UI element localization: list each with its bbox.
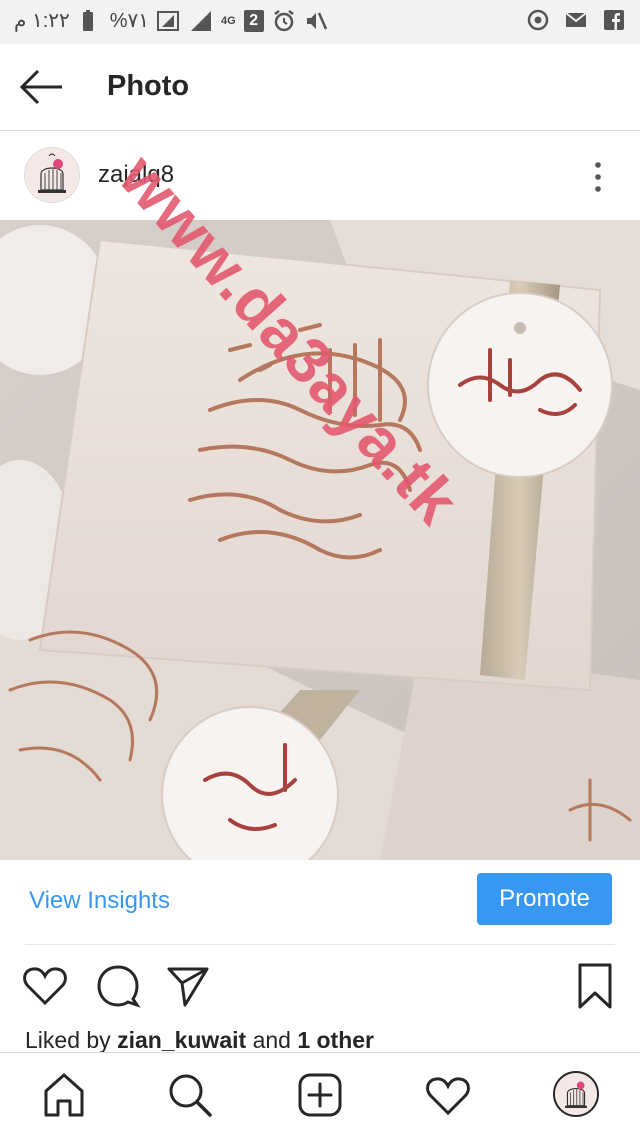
birdcage-profile-icon xyxy=(555,1073,597,1115)
sync-icon xyxy=(527,9,549,31)
back-arrow-icon[interactable] xyxy=(18,67,66,107)
insights-row: View Insights Promote xyxy=(0,860,640,944)
signal-strength-icon xyxy=(191,10,212,31)
post-photo[interactable] xyxy=(0,220,640,860)
likes-others[interactable]: 1 other xyxy=(297,1027,374,1053)
send-icon[interactable] xyxy=(165,963,211,1009)
post-actions xyxy=(0,945,640,1025)
status-bar: ١:٢٢ م %٧١ 4G 2 xyxy=(0,0,640,44)
likes-text[interactable]: Liked by zian_kuwait and 1 other xyxy=(25,1027,374,1054)
mail-icon xyxy=(565,12,587,27)
bookmark-icon[interactable] xyxy=(572,963,618,1009)
likes-middle: and xyxy=(252,1027,291,1053)
status-left: ١:٢٢ م %٧١ 4G 2 xyxy=(14,8,328,33)
sim-badge: 2 xyxy=(243,9,264,32)
more-options-icon[interactable] xyxy=(588,157,608,197)
promote-button[interactable]: Promote xyxy=(477,873,612,925)
home-icon[interactable] xyxy=(40,1071,88,1119)
mute-icon xyxy=(306,11,327,30)
top-app-bar: Photo xyxy=(0,44,640,131)
signal-icon xyxy=(157,10,180,31)
search-icon[interactable] xyxy=(166,1071,214,1119)
birdcage-avatar-icon xyxy=(25,148,79,202)
comment-icon[interactable] xyxy=(95,963,141,1009)
photo-illustration xyxy=(0,220,640,860)
network-type: 4G xyxy=(221,14,236,27)
heart-icon[interactable] xyxy=(22,963,68,1009)
status-right xyxy=(526,8,626,32)
bottom-nav xyxy=(0,1052,640,1138)
battery-percent: %٧١ xyxy=(109,10,150,32)
post-header: zajalq8 xyxy=(0,131,640,219)
profile-avatar[interactable] xyxy=(553,1071,599,1117)
alarm-icon xyxy=(273,9,294,31)
view-insights-link[interactable]: View Insights xyxy=(29,887,170,915)
avatar[interactable] xyxy=(24,147,80,203)
page-title: Photo xyxy=(107,70,190,102)
status-time: ١:٢٢ م xyxy=(14,10,70,32)
activity-heart-icon[interactable] xyxy=(424,1071,472,1119)
likes-user[interactable]: zian_kuwait xyxy=(117,1027,246,1053)
battery-icon xyxy=(82,9,93,31)
add-post-icon[interactable] xyxy=(296,1071,344,1119)
likes-prefix: Liked by xyxy=(25,1027,111,1053)
facebook-icon xyxy=(604,10,624,30)
